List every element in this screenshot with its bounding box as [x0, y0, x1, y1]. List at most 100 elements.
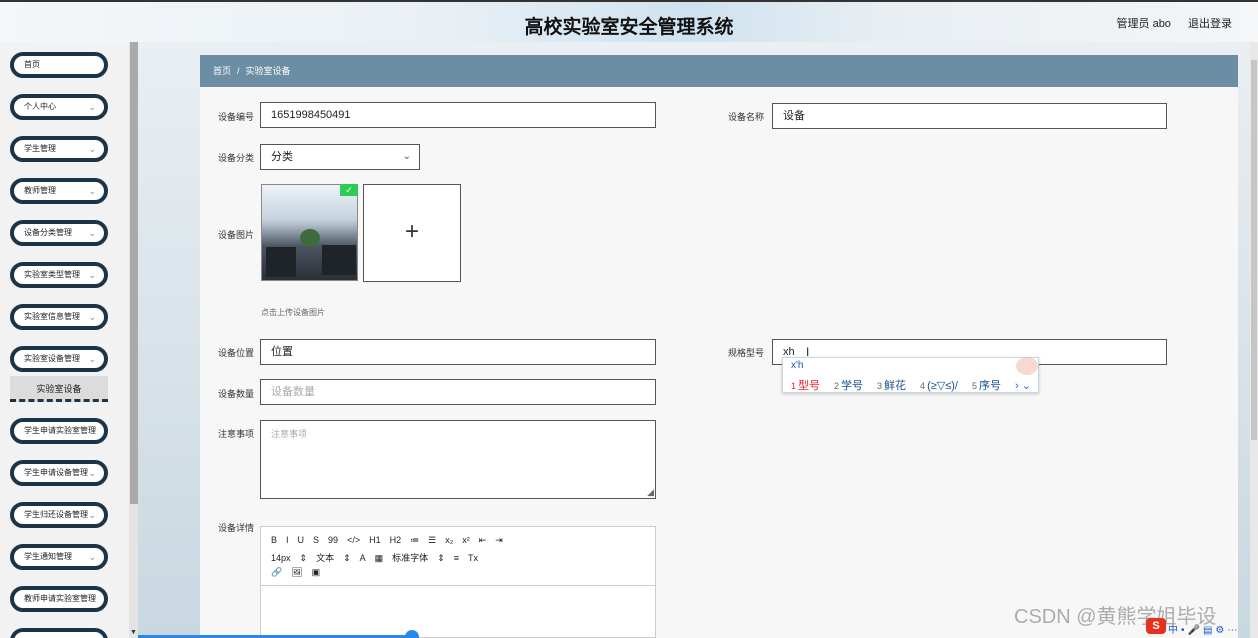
sogou-logo-icon[interactable]: S	[1146, 618, 1166, 634]
device-name-field[interactable]: 设备	[772, 103, 1167, 129]
sidebar-item[interactable]: 学生归还设备管理 ⌄	[10, 502, 108, 528]
sidebar-item[interactable]: 实验室设备管理 ⌄	[10, 346, 108, 372]
sidebar-item[interactable]	[10, 628, 108, 638]
editor-tool-button[interactable]: </>	[347, 535, 360, 545]
sidebar-item[interactable]: 学生管理 ⌄	[10, 136, 108, 162]
category-value: 分类	[271, 151, 293, 163]
upload-hint: 点击上传设备图片	[261, 308, 325, 317]
sidebar-item[interactable]: 学生通知管理 ⌄	[10, 544, 108, 570]
notes-textarea[interactable]: 注意事项 ◢	[260, 420, 656, 499]
ime-candidate-number: 4	[920, 381, 926, 391]
editor-toolbar-row-1: B I U S 99 </> H1 H2 ≔ ☰ x₂ x² ⇤ ⇥	[271, 535, 512, 546]
tray-icon[interactable]: 中	[1168, 625, 1178, 636]
editor-tool-button[interactable]: 标准字体	[392, 553, 428, 563]
ime-candidate-word: 学号	[841, 380, 864, 392]
editor-tool-button[interactable]: ⇕	[300, 553, 308, 563]
editor-tool-button[interactable]: x₂	[445, 535, 453, 545]
top-header: 高校实验室安全管理系统 管理员 abo 退出登录	[0, 0, 1258, 42]
ime-candidate-word: 鲜花	[884, 380, 907, 392]
editor-tool-button[interactable]: ▦	[375, 553, 384, 563]
sidebar-item[interactable]: 首页	[10, 52, 108, 78]
ime-next-page-icon[interactable]: › ⌄	[1015, 380, 1031, 392]
sidebar-item-label: 实验室设备管理	[24, 354, 80, 363]
tray-icon[interactable]: ⋯	[1227, 625, 1237, 636]
sidebar-item[interactable]: 实验室类型管理 ⌄	[10, 262, 108, 288]
sidebar-item[interactable]: 实验室信息管理 ⌄	[10, 304, 108, 330]
editor-tool-button[interactable]: 🖼	[291, 567, 302, 577]
app-title: 高校实验室安全管理系统	[524, 17, 734, 38]
editor-tool-button[interactable]: A	[360, 553, 366, 563]
ime-candidate[interactable]: 5 序号	[972, 380, 1008, 392]
rich-text-editor: B I U S 99 </> H1 H2 ≔ ☰ x₂ x² ⇤ ⇥ 14px ⇕ 文本 ⇕ A ▦ 标准字体 ⇕ ≡ Tx…	[260, 526, 656, 638]
editor-tool-button[interactable]: S	[313, 535, 319, 545]
ime-candidate[interactable]: 1 型号	[791, 380, 827, 392]
sidebar-item[interactable]: 学生申请实验室管理	[10, 418, 108, 444]
editor-tool-button[interactable]: ≔	[410, 535, 419, 545]
editor-tool-button[interactable]: 14px	[271, 553, 291, 563]
editor-tool-button[interactable]: ≡	[454, 553, 459, 563]
sidebar-subitem-active[interactable]: 实验室设备	[10, 376, 108, 402]
resize-handle-icon[interactable]: ◢	[647, 487, 654, 498]
sidebar-scroll-thumb[interactable]	[130, 42, 138, 504]
tray-icon[interactable]: ▤	[1203, 625, 1212, 636]
ime-candidate-word: (≥▽≤)/	[927, 380, 958, 392]
device-no-label: 设备编号	[217, 112, 254, 122]
ime-candidate-list: 1 型号 2 学号 3 鲜花 4 (≥▽≤)/ 5 序号 › ⌄	[791, 377, 1038, 393]
editor-tool-button[interactable]: 文本	[316, 553, 334, 563]
editor-tool-button[interactable]: H2	[390, 535, 402, 545]
logout-button[interactable]: 退出登录	[1188, 18, 1232, 30]
sidebar-item[interactable]: 学生申请设备管理 ⌄	[10, 460, 108, 486]
device-no-field[interactable]: 1651998450491	[260, 102, 656, 128]
sidebar-item[interactable]: 设备分类管理 ⌄	[10, 220, 108, 246]
ime-candidate[interactable]: 2 学号	[834, 380, 870, 392]
ime-candidate-number: 5	[971, 381, 977, 391]
sidebar-item-label: 个人中心	[24, 102, 56, 111]
sidebar-item[interactable]: 教师管理 ⌄	[10, 178, 108, 204]
editor-tool-button[interactable]: ⇥	[495, 535, 503, 545]
tray-icon[interactable]: ⚙	[1215, 625, 1224, 636]
progress-handle[interactable]	[405, 630, 419, 638]
breadcrumb-home[interactable]: 首页	[213, 66, 231, 76]
chevron-down-icon: ⌄	[88, 468, 96, 478]
thumbnail-desk	[266, 247, 296, 277]
tray-icon[interactable]: •	[1181, 625, 1185, 636]
ime-candidate[interactable]: 3 鲜花	[877, 380, 913, 392]
location-field[interactable]: 位置	[260, 339, 656, 365]
upload-image-button[interactable]: +	[363, 184, 461, 282]
sidebar-item-label: 学生通知管理	[24, 552, 72, 561]
device-image-thumbnail[interactable]	[261, 184, 358, 281]
editor-tool-button[interactable]: 🔗	[271, 567, 282, 577]
chevron-down-icon: ⌄	[88, 102, 96, 112]
editor-tool-button[interactable]: I	[286, 535, 289, 545]
chevron-down-icon: ⌄	[88, 186, 96, 196]
chevron-down-icon: ⌄	[88, 510, 96, 520]
editor-tool-button[interactable]: ⇕	[343, 553, 351, 563]
editor-tool-button[interactable]: ⇕	[437, 553, 445, 563]
sidebar-item[interactable]: 个人中心 ⌄	[10, 94, 108, 120]
editor-toolbar-row-2: 14px ⇕ 文本 ⇕ A ▦ 标准字体 ⇕ ≡ Tx	[271, 551, 487, 564]
ime-candidate[interactable]: 4 (≥▽≤)/	[920, 380, 965, 392]
notes-placeholder: 注意事项	[271, 429, 308, 439]
ime-composition: x'h	[791, 360, 804, 371]
editor-tool-button[interactable]: ⇤	[479, 535, 487, 545]
chevron-down-icon: ⌄	[402, 151, 411, 162]
editor-content-area[interactable]	[261, 585, 655, 638]
editor-tool-button[interactable]: x²	[462, 535, 470, 545]
chevron-down-icon: ⌄	[88, 270, 96, 280]
editor-tool-button[interactable]: Tx	[468, 553, 478, 563]
scroll-down-arrow-icon[interactable]: ▼	[130, 629, 137, 636]
editor-tool-button[interactable]: U	[298, 535, 305, 545]
editor-tool-button[interactable]: ▣	[312, 567, 321, 577]
sidebar-item[interactable]: 教师申请实验室管理	[10, 586, 108, 612]
category-select[interactable]: 分类 ⌄	[260, 144, 420, 170]
editor-tool-button[interactable]: H1	[369, 535, 381, 545]
quantity-field[interactable]: 设备数量	[260, 379, 656, 405]
sidebar-item-label: 教师申请实验室管理	[24, 594, 96, 603]
page-scroll-thumb[interactable]	[1251, 60, 1257, 440]
sidebar-item-label: 实验室类型管理	[24, 270, 80, 279]
tray-icon[interactable]: 🎤	[1188, 625, 1200, 636]
editor-tool-button[interactable]: B	[271, 535, 277, 545]
breadcrumb-separator: /	[237, 66, 240, 76]
editor-tool-button[interactable]: 99	[328, 535, 338, 545]
editor-tool-button[interactable]: ☰	[428, 535, 436, 545]
